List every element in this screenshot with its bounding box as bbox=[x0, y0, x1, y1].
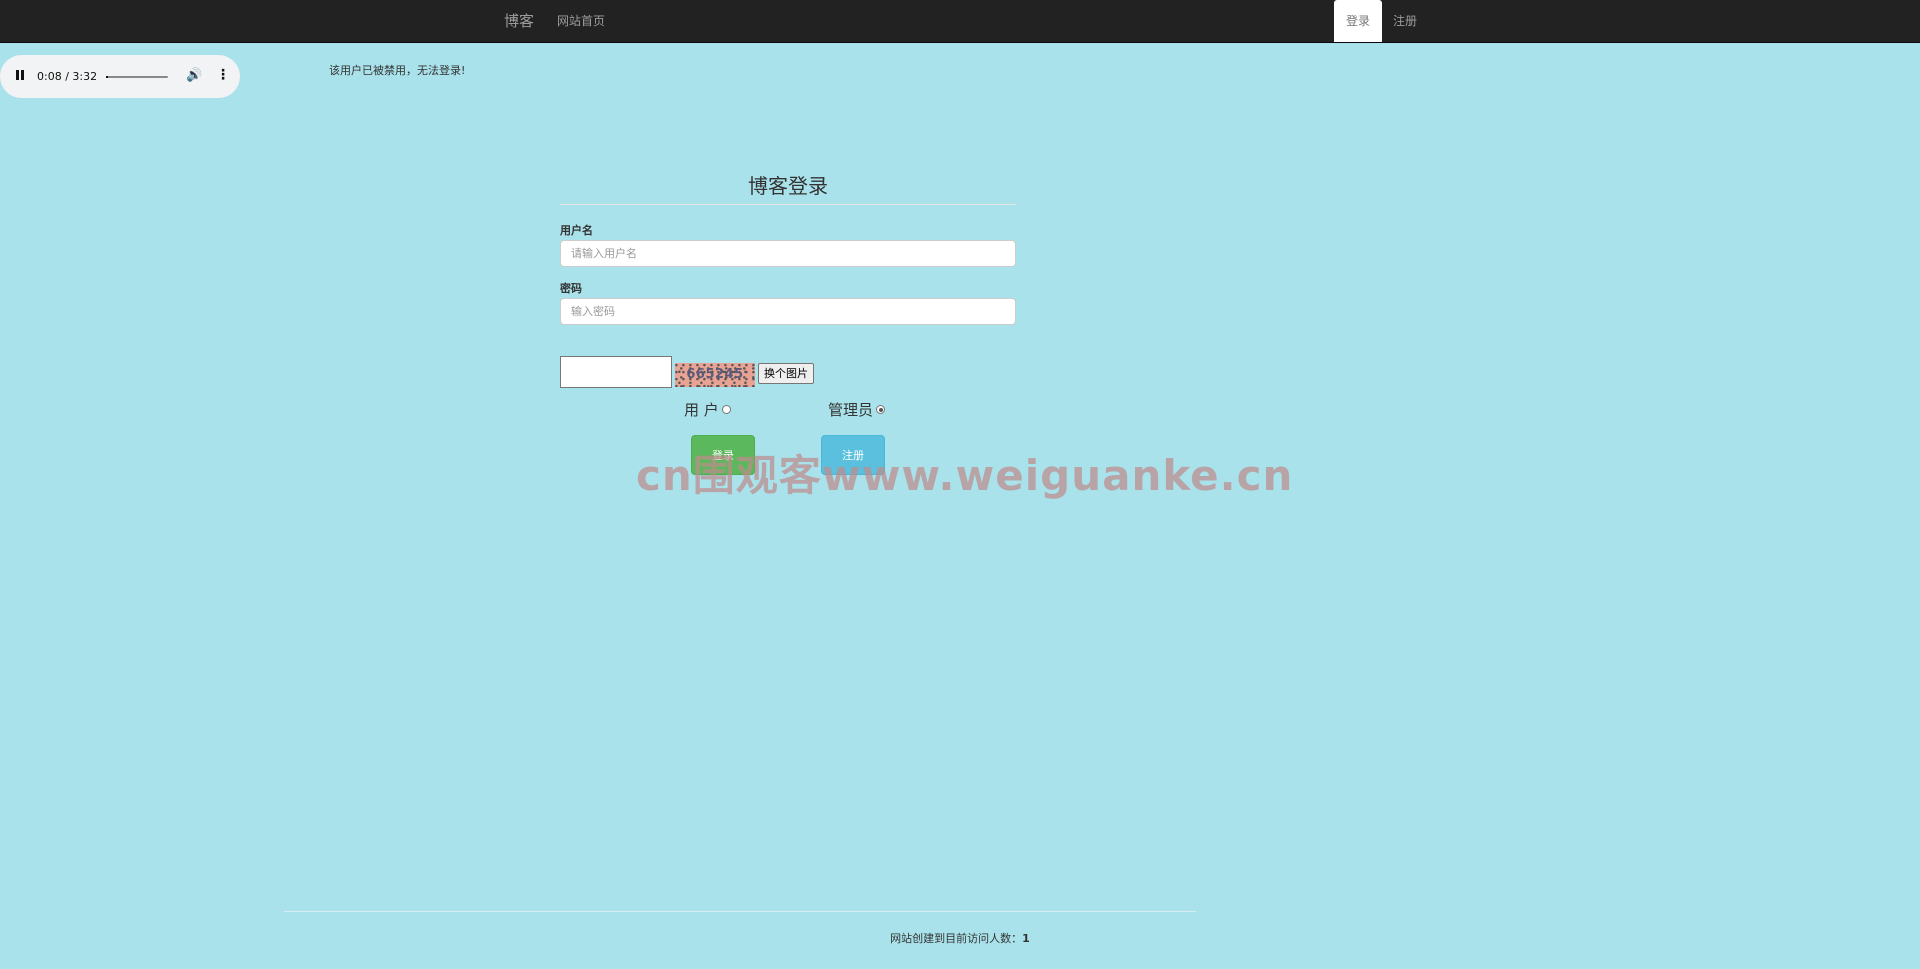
form-title: 博客登录 bbox=[560, 170, 1016, 205]
footer: 网站创建到目前访问人数：1 bbox=[0, 930, 1920, 946]
volume-icon[interactable]: 🔊 bbox=[186, 68, 202, 83]
role-user-radio[interactable] bbox=[721, 405, 731, 414]
alert-message: 该用户已被禁用，无法登录! bbox=[329, 64, 466, 77]
pause-icon[interactable] bbox=[14, 69, 26, 83]
visitor-count: 1 bbox=[1022, 932, 1030, 945]
nav-brand[interactable]: 博客 bbox=[504, 0, 534, 42]
role-user-option[interactable]: 用 户 bbox=[684, 400, 731, 420]
role-admin-label: 管理员 bbox=[828, 401, 874, 419]
role-admin-option[interactable]: 管理员 bbox=[828, 400, 886, 420]
watermark: cn围观客www.weiguanke.cn bbox=[636, 451, 1294, 500]
top-navbar: 博客 网站首页 登录 注册 bbox=[0, 0, 1920, 43]
username-label: 用户名 bbox=[560, 224, 593, 237]
more-vert-icon[interactable]: ⋮ bbox=[216, 67, 230, 83]
nav-login-link[interactable]: 登录 bbox=[1334, 0, 1382, 42]
footer-divider bbox=[284, 911, 1196, 912]
audio-time: 0:08 / 3:32 bbox=[37, 70, 98, 83]
audio-player: 0:08 / 3:32 🔊 ⋮ bbox=[0, 55, 240, 98]
role-user-label: 用 户 bbox=[684, 401, 719, 419]
captcha-input[interactable] bbox=[560, 356, 672, 388]
audio-seek-slider[interactable] bbox=[106, 76, 168, 78]
captcha-image: 665245 bbox=[675, 363, 755, 387]
nav-register-link[interactable]: 注册 bbox=[1393, 0, 1417, 42]
footer-label: 网站创建到目前访问人数： bbox=[890, 932, 1023, 945]
role-admin-radio[interactable] bbox=[876, 405, 886, 414]
username-input[interactable]: 请输入用户名 bbox=[560, 240, 1016, 267]
login-form: 博客登录 用户名 请输入用户名 密码 输入密码 bbox=[560, 170, 1016, 325]
password-label: 密码 bbox=[560, 282, 582, 295]
nav-home-link[interactable]: 网站首页 bbox=[557, 0, 605, 42]
audio-progress-fill bbox=[106, 76, 109, 78]
captcha-refresh-button[interactable]: 换个图片 bbox=[758, 363, 814, 384]
password-input[interactable]: 输入密码 bbox=[560, 298, 1016, 325]
